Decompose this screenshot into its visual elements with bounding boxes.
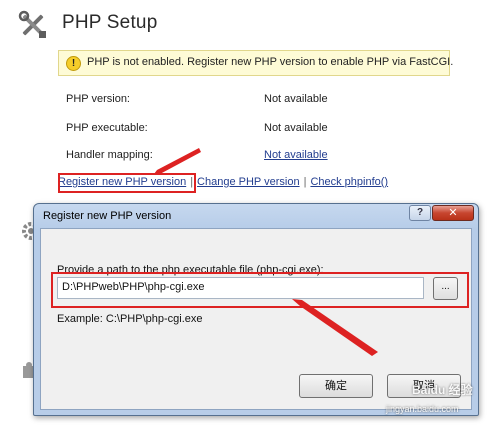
dialog-title: Register new PHP version — [43, 210, 172, 222]
dialog-body: Provide a path to the php executable fil… — [40, 228, 472, 410]
php-executable-label: PHP executable: — [66, 122, 148, 134]
browse-button[interactable]: ... — [433, 277, 458, 300]
arrow-to-register-link — [154, 148, 201, 174]
highlight-box — [58, 173, 196, 193]
php-version-label: PHP version: — [66, 93, 130, 105]
ok-button[interactable]: 确定 — [299, 374, 373, 398]
warning-bar: ! PHP is not enabled. Register new PHP v… — [58, 50, 454, 76]
watermark-logo: Baidu 经验 — [412, 383, 473, 397]
page-title: PHP Setup — [62, 12, 158, 33]
warning-text: PHP is not enabled. Register new PHP ver… — [87, 56, 454, 68]
change-php-link[interactable]: Change PHP version — [197, 176, 300, 188]
watermark-url: jingyan.baidu.com — [386, 404, 459, 414]
php-executable-value: Not available — [264, 122, 328, 134]
php-path-input[interactable]: D:\PHPweb\PHP\php-cgi.exe — [57, 277, 424, 299]
exclamation-icon: ! — [66, 56, 81, 71]
handler-mapping-link[interactable]: Not available — [264, 149, 328, 161]
close-button[interactable]: ✕ — [432, 205, 474, 221]
example-text: Example: C:\PHP\php-cgi.exe — [57, 313, 203, 325]
check-phpinfo-link[interactable]: Check phpinfo() — [310, 176, 388, 188]
handler-mapping-label: Handler mapping: — [66, 149, 153, 161]
php-version-value: Not available — [264, 93, 328, 105]
help-button[interactable]: ? — [409, 205, 431, 221]
tools-icon — [18, 10, 48, 40]
link-separator: | — [303, 176, 307, 188]
